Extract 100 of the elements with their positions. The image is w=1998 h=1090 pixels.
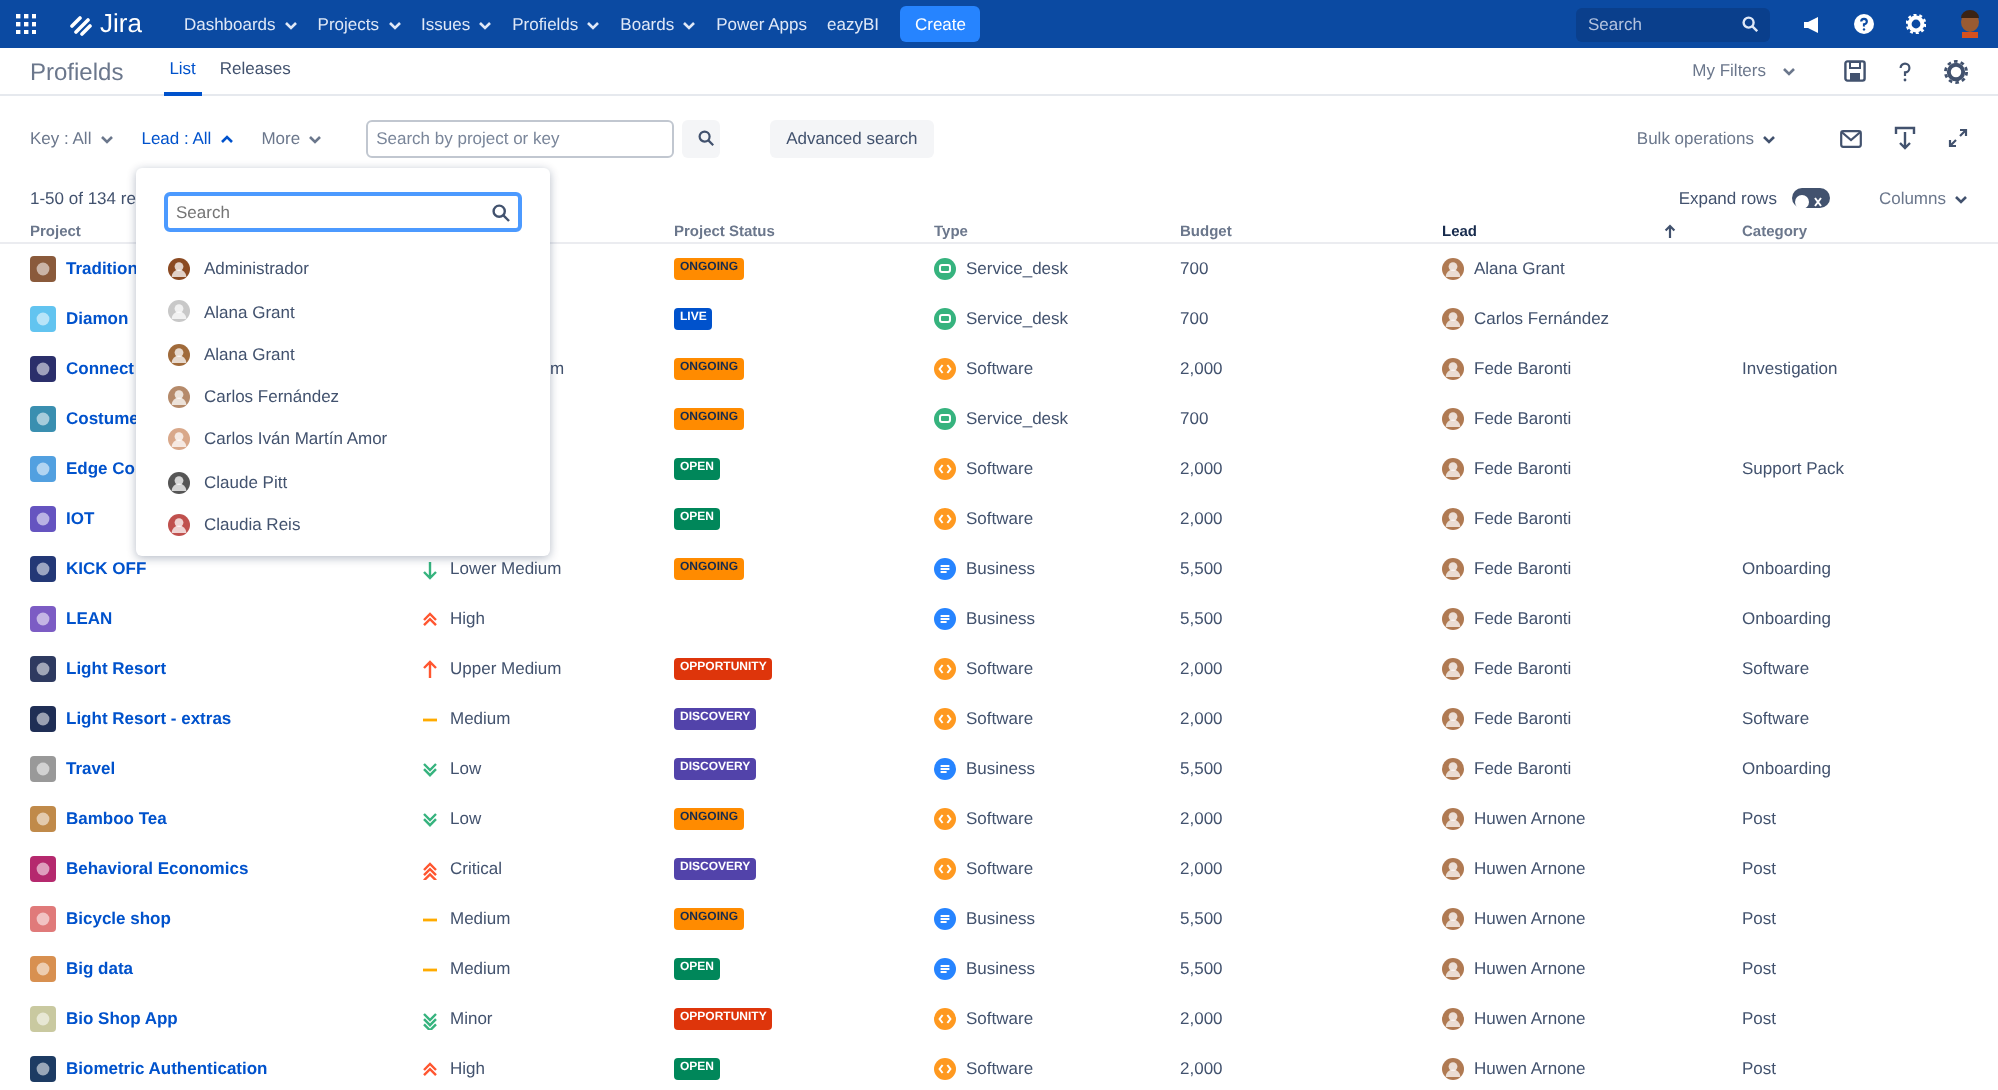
lead-name: Carlos Fernández xyxy=(1474,306,1610,332)
mail-icon[interactable] xyxy=(1840,129,1862,147)
chevron-icon xyxy=(308,133,323,143)
search-button[interactable] xyxy=(682,119,721,157)
project-icon xyxy=(30,1006,56,1032)
expand-icon[interactable] xyxy=(1948,128,1968,148)
megaphone-icon[interactable] xyxy=(1802,15,1822,33)
priority-icon xyxy=(420,1009,440,1029)
user-option[interactable]: Alana Grant xyxy=(164,333,522,376)
user-option[interactable]: Carlos Fernández xyxy=(164,375,522,419)
my-filters-button[interactable]: My Filters xyxy=(1692,58,1796,84)
advanced-search-button[interactable]: Advanced search xyxy=(770,119,934,157)
nav-menu[interactable]: Boards xyxy=(610,11,707,37)
lead-name: Huwen Arnone xyxy=(1474,956,1586,982)
filter-dropdown[interactable]: More xyxy=(261,125,323,151)
avatar-icon[interactable] xyxy=(1958,10,1982,38)
project-link[interactable]: Bio Shop App xyxy=(66,1006,178,1032)
category-value: Software xyxy=(1742,706,1810,732)
lead-name: Huwen Arnone xyxy=(1474,1056,1586,1082)
save-icon[interactable] xyxy=(1844,60,1866,82)
settings-icon[interactable] xyxy=(1944,59,1968,83)
filter-dropdown[interactable]: Lead : All xyxy=(141,125,234,151)
create-button[interactable]: Create xyxy=(900,5,980,43)
chevron-icon xyxy=(1762,133,1776,143)
filter-dropdown[interactable]: Key : All xyxy=(30,125,114,151)
nav-menu[interactable]: Profields xyxy=(502,11,611,37)
search-field[interactable]: Search by project or key xyxy=(366,119,675,157)
tab[interactable]: List xyxy=(163,46,202,96)
user-option[interactable]: Claude Pitt xyxy=(164,460,522,504)
chevron-icon xyxy=(219,133,234,143)
search-icon xyxy=(492,203,510,221)
project-link[interactable]: LEAN xyxy=(66,606,113,632)
priority-label: Lower Medium xyxy=(450,556,562,582)
code-icon xyxy=(934,1058,956,1080)
lead-name: Fede Baronti xyxy=(1474,456,1572,482)
nav-menu[interactable]: Power Apps xyxy=(706,11,817,37)
project-link[interactable]: Tradition xyxy=(66,256,138,282)
project-type: Service_desk xyxy=(966,256,1069,282)
page-title: Profields xyxy=(30,55,124,89)
project-link[interactable]: Travel xyxy=(66,756,116,782)
project-link[interactable]: Big data xyxy=(66,956,134,982)
priority-label: Medium xyxy=(450,706,511,732)
user-option[interactable]: Alana Grant xyxy=(164,290,522,334)
search-field[interactable]: Search xyxy=(1576,7,1770,41)
toggle-switch[interactable] xyxy=(1792,188,1831,208)
project-link[interactable]: Connect xyxy=(66,356,134,382)
avatar-icon xyxy=(1442,508,1464,530)
budget-value: 2,000 xyxy=(1180,706,1223,732)
project-link[interactable]: Diamon xyxy=(66,306,129,332)
project-icon xyxy=(30,606,56,632)
help-icon[interactable] xyxy=(1854,14,1874,34)
chevron-icon xyxy=(682,19,697,29)
avatar-icon xyxy=(1442,758,1464,780)
lead-name: Huwen Arnone xyxy=(1474,906,1586,932)
project-type: Software xyxy=(966,1006,1034,1032)
project-link[interactable]: IOT xyxy=(66,506,95,532)
project-type: Software xyxy=(966,356,1034,382)
nav-menu[interactable]: Dashboards xyxy=(173,11,308,37)
project-link[interactable]: Bamboo Tea xyxy=(66,806,167,832)
help-icon[interactable] xyxy=(1898,61,1912,81)
project-link[interactable]: Behavioral Economics xyxy=(66,856,249,882)
project-link[interactable]: Bicycle shop xyxy=(66,906,171,932)
project-icon xyxy=(30,1056,56,1082)
nav-menu[interactable]: eazyBI xyxy=(816,11,889,37)
user-option[interactable]: Administrador xyxy=(164,248,522,291)
project-icon xyxy=(30,906,56,932)
columns-button[interactable]: Columns xyxy=(1878,185,1968,211)
project-link[interactable]: Light Resort - extras xyxy=(66,706,232,732)
lead-name: Huwen Arnone xyxy=(1474,806,1586,832)
avatar-icon xyxy=(168,471,190,494)
project-link[interactable]: Costume xyxy=(66,406,139,432)
apps-menu-icon[interactable] xyxy=(16,14,36,34)
chat-icon xyxy=(934,408,956,430)
bulk-operations-button[interactable]: Bulk operations xyxy=(1636,125,1776,151)
export-icon[interactable] xyxy=(1894,126,1916,150)
chat-icon xyxy=(934,258,956,280)
nav-menu[interactable]: Projects xyxy=(307,11,412,37)
avatar-icon xyxy=(1442,858,1464,880)
budget-value: 5,500 xyxy=(1180,956,1223,982)
search-field[interactable]: Search xyxy=(164,192,522,232)
code-icon xyxy=(934,458,956,480)
lead-name: Fede Baronti xyxy=(1474,406,1572,432)
project-type: Software xyxy=(966,506,1034,532)
project-type: Business xyxy=(966,956,1035,982)
category-value: Investigation xyxy=(1742,356,1838,382)
project-icon xyxy=(30,256,56,282)
project-icon xyxy=(30,706,56,732)
project-link[interactable]: KICK OFF xyxy=(66,556,147,582)
avatar-icon xyxy=(1442,808,1464,830)
nav-menu[interactable]: Issues xyxy=(411,11,503,37)
user-option[interactable]: Carlos Iván Martín Amor xyxy=(164,418,522,461)
avatar-icon xyxy=(1442,558,1464,580)
tab[interactable]: Releases xyxy=(213,46,297,96)
user-option[interactable]: Claudia Reis xyxy=(164,503,522,547)
project-link[interactable]: Edge Co xyxy=(66,456,135,482)
document-icon xyxy=(934,958,956,980)
project-link[interactable]: Biometric Authentication xyxy=(66,1056,268,1082)
project-icon xyxy=(30,806,56,832)
avatar-icon xyxy=(1442,1008,1464,1030)
project-link[interactable]: Light Resort xyxy=(66,656,167,682)
